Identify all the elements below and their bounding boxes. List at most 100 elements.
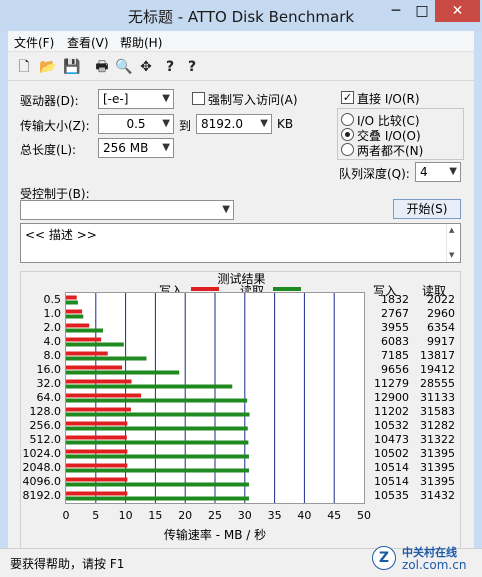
bar-write — [66, 407, 131, 412]
write-value: 10473 — [374, 433, 409, 446]
scroll-down-icon[interactable]: ▼ — [449, 251, 454, 259]
new-file-icon[interactable]: 🗋 — [14, 57, 34, 77]
close-button[interactable]: ✕ — [435, 0, 480, 22]
read-value: 2022 — [427, 293, 455, 306]
context-help-icon[interactable]: ? — [182, 57, 202, 77]
bar-write — [66, 449, 128, 454]
total-length-select[interactable]: 256 MB ▼ — [98, 138, 174, 158]
help-icon[interactable]: ? — [160, 57, 180, 77]
bar-read — [66, 314, 84, 319]
read-value: 31133 — [420, 391, 455, 404]
open-folder-icon[interactable]: 📂 — [38, 57, 58, 77]
write-value: 11279 — [374, 377, 409, 390]
toolbar: 🗋 📂 💾 🖶 🔍 ✥ ? ? — [8, 53, 474, 81]
save-icon[interactable]: 💾 — [62, 57, 82, 77]
write-value: 3955 — [381, 321, 409, 334]
bar-read — [66, 426, 248, 431]
write-value: 10535 — [374, 489, 409, 502]
bar-write — [66, 337, 102, 342]
chevron-down-icon: ▼ — [222, 204, 230, 215]
menu-view[interactable]: 查看(V) — [67, 34, 109, 51]
bar-write — [66, 295, 77, 300]
print-preview-icon[interactable]: 🔍 — [114, 57, 134, 77]
description-text: << 描述 >> — [25, 228, 97, 242]
category-label: 8.0 — [43, 349, 62, 362]
description-scrollbar[interactable]: ▲ ▼ — [446, 224, 460, 262]
category-label: 128.0 — [29, 405, 62, 418]
queue-depth-label: 队列深度(Q): — [339, 167, 410, 181]
bar-read — [66, 482, 249, 487]
read-value: 31322 — [420, 433, 455, 446]
drive-label: 驱动器(D): — [20, 94, 79, 108]
description-field[interactable]: << 描述 >> ▲ ▼ — [20, 223, 461, 263]
menu-file[interactable]: 文件(F) — [14, 34, 54, 51]
transfer-to-select[interactable]: 8192.0 ▼ — [196, 114, 272, 134]
bar-write — [66, 435, 127, 440]
start-button[interactable]: 开始(S) — [393, 199, 461, 219]
category-label: 0.5 — [43, 293, 62, 306]
queue-depth-value: 4 — [420, 165, 428, 179]
neither-label: 两者都不(N) — [357, 144, 424, 158]
chart-plot — [65, 292, 365, 504]
transfer-from-select[interactable]: 0.5 ▼ — [98, 114, 174, 134]
read-value: 31282 — [420, 419, 455, 432]
direct-io-checkbox[interactable]: ✓ — [341, 91, 354, 104]
app-window: 无标题 - ATTO Disk Benchmark ─ □ ✕ 文件(F) 查看… — [0, 0, 482, 577]
bar-read — [66, 356, 147, 361]
bar-write — [66, 463, 128, 468]
x-tick-label: 10 — [118, 509, 133, 522]
category-label: 2.0 — [43, 321, 62, 334]
drive-select[interactable]: [-e-] ▼ — [98, 89, 174, 109]
force-write-label: 强制写入访问(A) — [208, 93, 298, 107]
menu-bar: 文件(F) 查看(V) 帮助(H) — [8, 31, 474, 52]
bar-read — [66, 300, 78, 305]
read-value: 31395 — [420, 447, 455, 460]
print-icon[interactable]: 🖶 — [92, 57, 112, 77]
x-tick-label: 5 — [92, 509, 100, 522]
read-value: 31395 — [420, 461, 455, 474]
write-value: 6083 — [381, 335, 409, 348]
chevron-down-icon: ▼ — [162, 142, 170, 153]
category-label: 256.0 — [29, 419, 62, 432]
bar-read — [66, 412, 250, 417]
bar-write — [66, 309, 83, 314]
menu-help[interactable]: 帮助(H) — [120, 34, 162, 51]
chevron-down-icon: ▼ — [449, 166, 457, 177]
queue-depth-select[interactable]: 4 ▼ — [415, 162, 461, 182]
client-area: 文件(F) 查看(V) 帮助(H) 🗋 📂 💾 🖶 🔍 ✥ ? ? 驱动器(D)… — [8, 31, 474, 567]
transfer-from-value: 0.5 — [126, 117, 146, 131]
read-value: 13817 — [420, 349, 455, 362]
write-value: 1832 — [381, 293, 409, 306]
chevron-down-icon: ▼ — [162, 118, 170, 129]
kb-label: KB — [277, 117, 294, 131]
bar-write — [66, 477, 128, 482]
io-mode-group: I/O 比较(C) 交叠 I/O(O) 两者都不(N) — [337, 108, 464, 160]
force-write-checkbox[interactable] — [192, 92, 205, 105]
read-value: 28555 — [420, 377, 455, 390]
minimize-button[interactable]: ─ — [383, 0, 409, 22]
read-value: 31583 — [420, 405, 455, 418]
neither-radio[interactable] — [341, 143, 354, 156]
chevron-down-icon: ▼ — [162, 93, 170, 104]
io-compare-radio[interactable] — [341, 113, 354, 126]
write-value: 10502 — [374, 447, 409, 460]
bar-write — [66, 323, 90, 328]
status-text: 要获得帮助，请按 F1 — [10, 557, 125, 571]
bar-read — [66, 384, 233, 389]
move-icon[interactable]: ✥ — [136, 57, 156, 77]
controlled-by-select[interactable]: ▼ — [20, 200, 234, 220]
bar-read — [66, 342, 124, 347]
bar-read — [66, 468, 249, 473]
bar-read — [66, 496, 249, 501]
write-value: 10514 — [374, 461, 409, 474]
title-bar: 无标题 - ATTO Disk Benchmark ─ □ ✕ — [0, 0, 482, 32]
scroll-up-icon[interactable]: ▲ — [449, 226, 454, 234]
read-value: 31395 — [420, 475, 455, 488]
read-value: 19412 — [420, 363, 455, 376]
overlap-io-radio[interactable] — [341, 128, 354, 141]
maximize-button[interactable]: □ — [409, 0, 435, 22]
bar-write — [66, 379, 132, 384]
write-value: 10514 — [374, 475, 409, 488]
zol-site: zol.com.cn — [402, 558, 467, 572]
x-tick-label: 25 — [208, 509, 222, 522]
